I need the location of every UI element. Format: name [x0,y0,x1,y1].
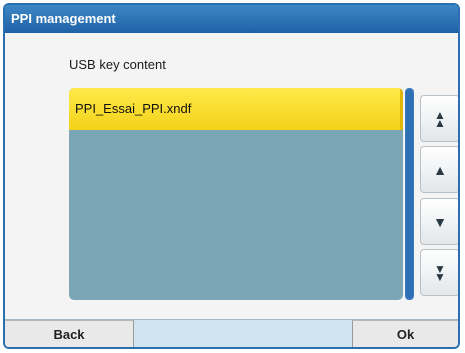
scroll-up-button[interactable]: ▲ [420,146,458,193]
file-list[interactable]: PPI_Essai_PPI.xndf [69,88,403,300]
footer-bar: Back Ok [5,319,458,347]
back-button[interactable]: Back [5,320,134,347]
double-arrow-down-icon: ▼ ▼ [434,261,446,284]
double-arrow-up-icon: ▲ ▲ [434,107,446,130]
scrollbar-thumb[interactable] [406,89,413,299]
arrow-down-icon: ▼ [433,213,447,230]
ppi-management-window: PPI management USB key content PPI_Essai… [3,3,460,349]
window-title: PPI management [5,5,458,33]
scroll-down-button[interactable]: ▼ [420,198,458,245]
scroll-top-button[interactable]: ▲ ▲ [420,95,458,142]
ok-button[interactable]: Ok [352,320,458,347]
section-label: USB key content [69,57,166,72]
scroll-bottom-button[interactable]: ▼ ▼ [420,249,458,296]
list-scrollbar[interactable] [405,88,414,300]
arrow-up-icon: ▲ [433,161,447,178]
file-list-item-selected[interactable]: PPI_Essai_PPI.xndf [69,88,403,130]
